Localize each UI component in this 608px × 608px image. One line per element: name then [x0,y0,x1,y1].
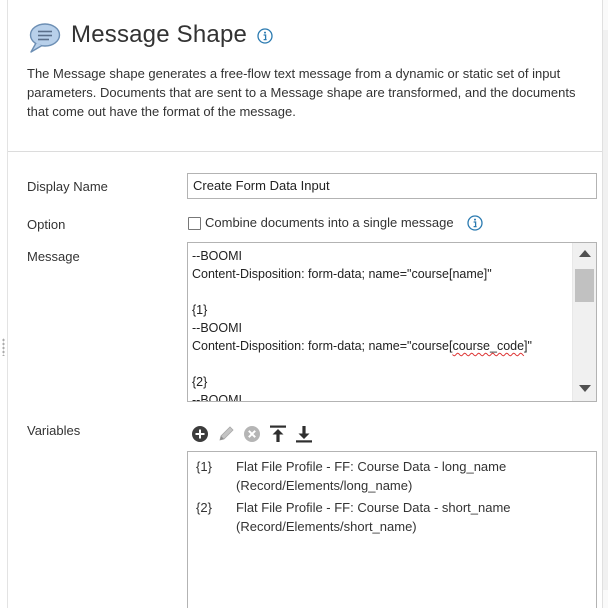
message-content[interactable]: --BOOMI Content-Disposition: form-data; … [192,247,572,402]
description-line: The Message shape generates a free-flow … [27,66,561,81]
combine-documents-label[interactable]: Combine documents into a single message [205,215,454,230]
spellcheck-word: course_code [452,339,525,353]
add-icon[interactable] [191,424,211,444]
display-name-label: Display Name [27,179,108,194]
info-icon[interactable] [257,28,273,44]
shape-description: The Message shape generates a free-flow … [27,64,608,121]
message-line-text: ]" [524,339,532,353]
description-line: that come out have the format of the mes… [27,104,296,119]
info-icon[interactable] [467,215,483,231]
message-line: --BOOMI [192,249,242,263]
message-line [192,355,572,373]
variables-list[interactable]: {1} Flat File Profile - FF: Course Data … [187,451,597,608]
message-line-text: Content-Disposition: form-data; name="co… [192,339,453,353]
description-line: parameters. Documents that are sent to a… [27,85,576,100]
message-scrollbar-thumb[interactable] [575,269,594,302]
message-line: {1} [192,303,208,317]
move-to-bottom-icon[interactable] [295,424,315,444]
variable-key: {2} [196,500,212,515]
page-title: Message Shape [71,21,248,48]
variable-key: {1} [196,459,212,474]
scroll-up-icon[interactable] [579,250,591,257]
message-line: {2} [192,375,208,389]
panel-header: Message Shape The Message shape generate… [8,0,602,152]
message-line: --BOOMI [192,321,242,335]
combine-documents-checkbox[interactable] [188,217,201,230]
variable-path: (Record/Elements/long_name) [236,478,413,493]
panel-resize-handle[interactable] [2,338,5,356]
message-line: --BOOMI [192,393,242,402]
left-panel-edge [0,0,8,608]
message-line: Content-Disposition: form-data; name="co… [192,337,572,355]
scroll-down-icon[interactable] [579,385,591,392]
move-to-top-icon[interactable] [269,424,289,444]
option-label: Option [27,217,66,232]
message-scrollbar[interactable] [572,243,596,401]
variable-name: Flat File Profile - FF: Course Data - sh… [236,500,511,515]
variables-label: Variables [27,423,81,438]
variable-name: Flat File Profile - FF: Course Data - lo… [236,459,507,474]
display-name-field[interactable]: Create Form Data Input [187,173,597,199]
message-line [192,283,572,301]
message-textarea[interactable]: --BOOMI Content-Disposition: form-data; … [187,242,597,402]
pencil-icon[interactable] [217,424,237,444]
delete-icon[interactable] [243,424,263,444]
variable-path: (Record/Elements/short_name) [236,519,417,534]
speech-bubble-icon [29,23,61,53]
message-label: Message [27,249,80,264]
message-line: Content-Disposition: form-data; name="co… [192,267,492,281]
